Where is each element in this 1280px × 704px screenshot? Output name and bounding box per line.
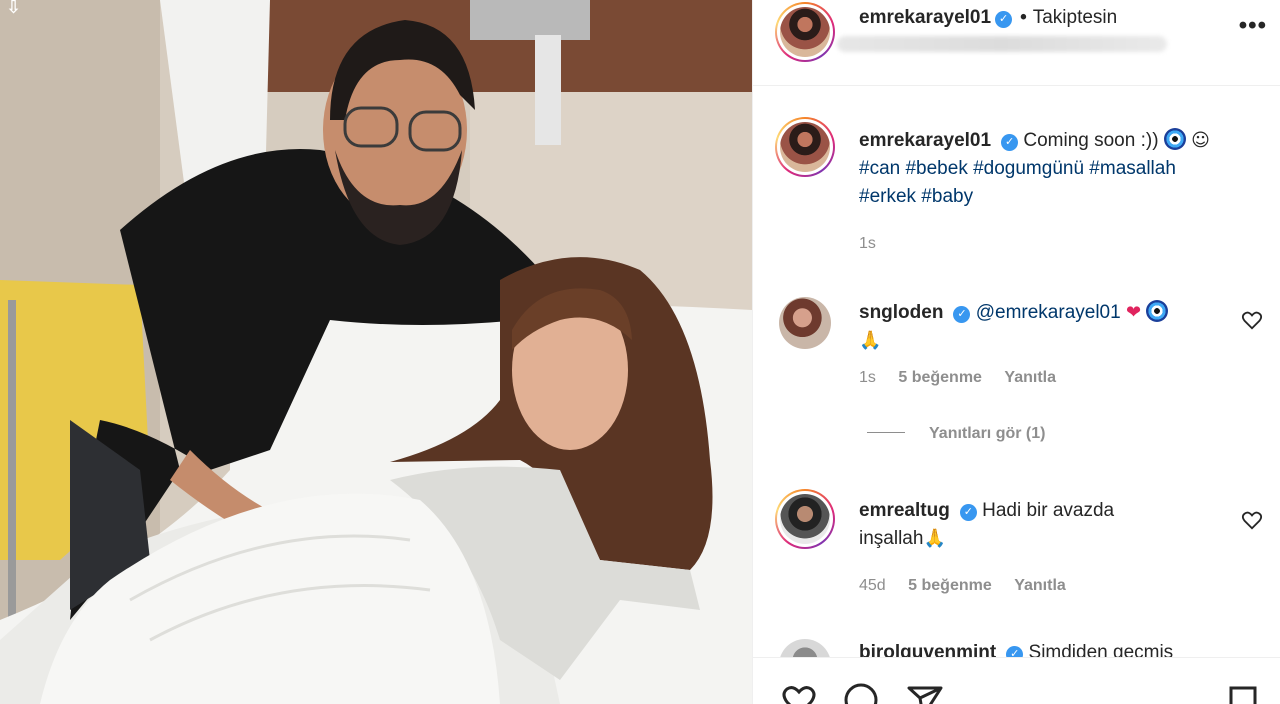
separator-dot: • bbox=[1020, 7, 1027, 28]
verified-badge-icon: ✓ bbox=[1001, 134, 1019, 151]
comment-text: sngloden ✓ @emrekarayel01 ❤ 🙏 bbox=[859, 299, 1244, 355]
author-username[interactable]: emrekarayel01 bbox=[859, 7, 991, 28]
verified-badge-icon: ✓ bbox=[953, 306, 971, 323]
red-heart-emoji: ❤ bbox=[1125, 302, 1142, 323]
comment-icon[interactable] bbox=[841, 682, 881, 704]
like-comment-heart-icon[interactable] bbox=[1241, 309, 1263, 331]
view-replies-label: Yanıtları gör (1) bbox=[929, 425, 1046, 442]
like-comment-heart-icon[interactable] bbox=[1241, 509, 1263, 531]
pray-emoji: 🙏 bbox=[859, 330, 882, 351]
action-bar bbox=[753, 657, 1280, 704]
caption-meta: 1s bbox=[859, 235, 894, 253]
comment-body-line-2: inşallah bbox=[859, 528, 924, 549]
comment-meta: 45d 5 beğenme Yanıtla bbox=[859, 577, 1084, 595]
post-panel: emrekarayel01 ✓ • Takiptesin ••• emrekaraye… bbox=[752, 0, 1280, 704]
comments-list[interactable]: emrekarayel01 ✓ Coming soon :)) ☺ #can #b… bbox=[753, 87, 1280, 657]
pray-emoji: 🙏 bbox=[923, 528, 946, 549]
comment-meta: 1s 5 beğenme Yanıtla bbox=[859, 369, 1074, 387]
evil-eye-icon bbox=[1146, 300, 1169, 322]
smile-emoji: ☺ bbox=[1191, 130, 1210, 151]
share-icon[interactable] bbox=[905, 682, 945, 704]
verified-badge-icon: ✓ bbox=[1006, 646, 1024, 657]
comment-username[interactable]: birolguvenmint bbox=[859, 642, 996, 657]
post-photo-illustration bbox=[0, 0, 752, 704]
evil-eye-icon bbox=[1163, 128, 1186, 150]
comment-time[interactable]: 1s bbox=[859, 369, 876, 386]
comment-time[interactable]: 45d bbox=[859, 577, 886, 594]
post-header: emrekarayel01 ✓ • Takiptesin ••• bbox=[753, 0, 1280, 86]
comment-body: Şimdiden geçmiş bbox=[1028, 642, 1174, 657]
reply-button[interactable]: Yanıtla bbox=[1004, 369, 1056, 386]
caption-time[interactable]: 1s bbox=[859, 235, 876, 252]
comment-body-line-1: Hadi bir avazda bbox=[982, 500, 1115, 521]
commenter-avatar[interactable] bbox=[779, 297, 831, 349]
comment-username[interactable]: emrealtug bbox=[859, 500, 950, 521]
hashtags-line-1[interactable]: #can #bebek #dogumgünü #masallah bbox=[859, 158, 1176, 179]
caption-text: emrekarayel01 ✓ Coming soon :)) ☺ #can #b… bbox=[859, 127, 1244, 211]
verified-badge-icon: ✓ bbox=[959, 504, 977, 521]
comment-username[interactable]: sngloden bbox=[859, 302, 943, 323]
author-line: emrekarayel01 ✓ • Takiptesin bbox=[859, 7, 1117, 29]
follow-status[interactable]: Takiptesin bbox=[1033, 7, 1118, 28]
commenter-avatar[interactable] bbox=[779, 639, 831, 657]
author-avatar[interactable] bbox=[775, 2, 835, 62]
comment-text: emrealtug ✓ Hadi bir avazda inşallah🙏 bbox=[859, 497, 1244, 553]
download-arrow-icon: ⇩ bbox=[6, 0, 22, 17]
blurred-location bbox=[837, 36, 1167, 52]
caption-username[interactable]: emrekarayel01 bbox=[859, 130, 991, 151]
post-photo: ⇩ bbox=[0, 0, 752, 704]
heart-icon[interactable] bbox=[779, 682, 819, 704]
comment-likes[interactable]: 5 beğenme bbox=[898, 369, 982, 386]
comment-text: birolguvenmint ✓ Şimdiden geçmiş bbox=[859, 639, 1244, 657]
caption-avatar[interactable] bbox=[775, 117, 835, 177]
reply-button[interactable]: Yanıtla bbox=[1014, 577, 1066, 594]
more-options-icon[interactable]: ••• bbox=[1239, 14, 1267, 38]
comment-mention[interactable]: @emrekarayel01 bbox=[976, 302, 1121, 323]
view-replies-button[interactable]: Yanıtları gör (1) bbox=[867, 425, 1045, 443]
verified-badge-icon: ✓ bbox=[995, 11, 1013, 28]
caption-body: Coming soon :)) bbox=[1023, 130, 1159, 151]
hashtags-line-2[interactable]: #erkek #baby bbox=[859, 186, 973, 207]
replies-line bbox=[867, 432, 905, 433]
commenter-avatar[interactable] bbox=[775, 489, 835, 549]
comment-likes[interactable]: 5 beğenme bbox=[908, 577, 992, 594]
bookmark-icon[interactable] bbox=[1223, 682, 1263, 704]
